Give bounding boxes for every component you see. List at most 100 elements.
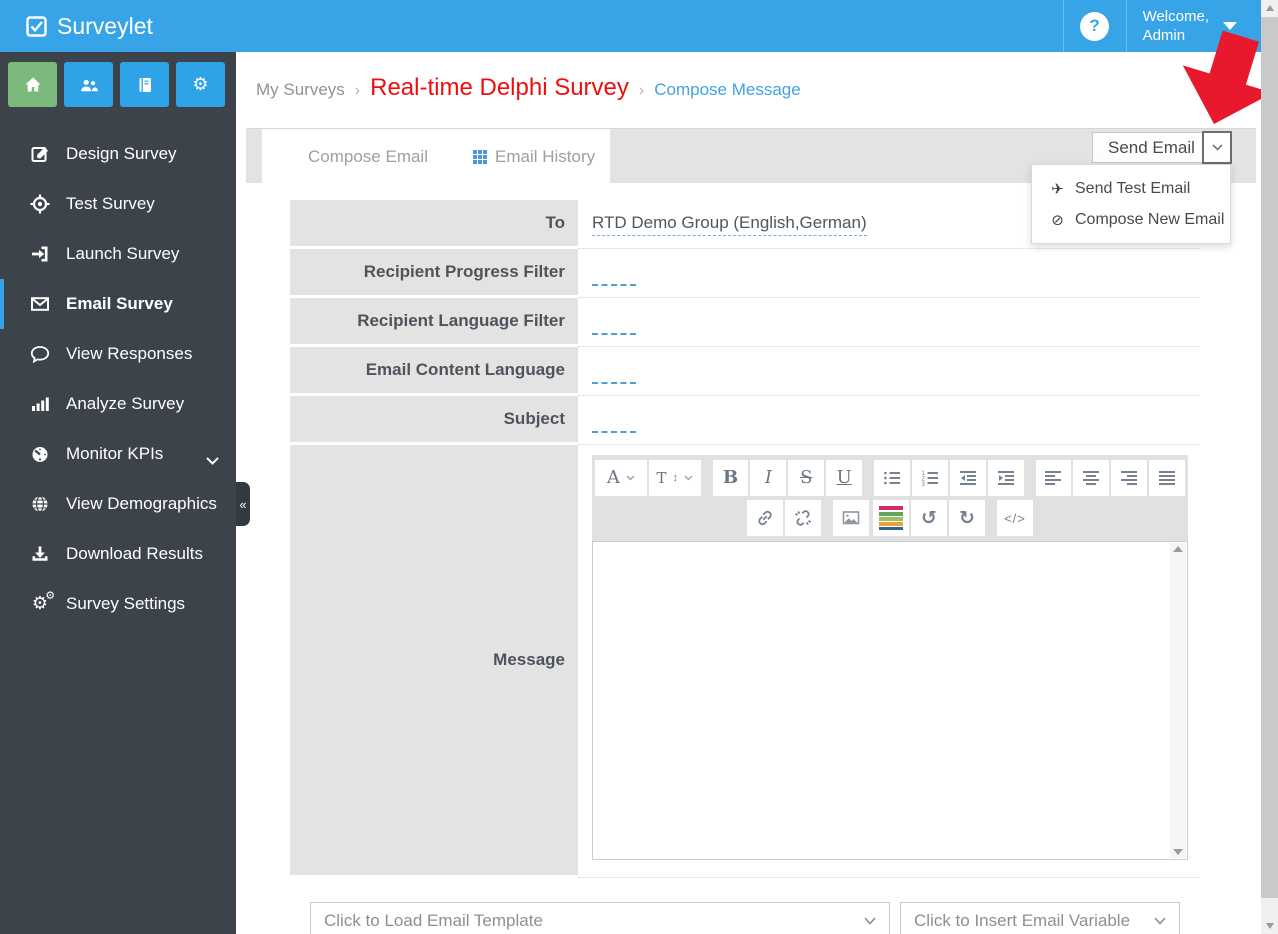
menu-item-compose-new-email[interactable]: ⊘ Compose New Email xyxy=(1032,204,1230,235)
page-scrollbar[interactable] xyxy=(1261,0,1278,934)
text-color-palette-button[interactable] xyxy=(873,500,909,536)
tab-compose-email[interactable]: Compose Email xyxy=(308,147,428,167)
breadcrumb-my-surveys[interactable]: My Surveys xyxy=(256,80,345,100)
form-row-subject: Subject xyxy=(290,396,1200,445)
unordered-list-button[interactable] xyxy=(874,460,910,496)
book-icon xyxy=(139,77,151,92)
unordered-list-icon xyxy=(884,471,900,485)
sidebar-item-view-demographics[interactable]: View Demographics xyxy=(0,479,236,529)
subject-value[interactable] xyxy=(592,431,636,433)
align-left-button[interactable] xyxy=(1035,460,1072,496)
toolbar-row-2: ↺ ↻ </> xyxy=(594,498,1186,538)
comment-icon xyxy=(27,344,53,364)
load-email-template-placeholder: Click to Load Email Template xyxy=(324,911,543,930)
scrollbar-down-button[interactable] xyxy=(1261,918,1278,934)
ordered-list-button[interactable]: 1 2 3 xyxy=(911,460,948,496)
toolbar-row-1: A T ↕ B I S U 1 2 3 xyxy=(594,458,1186,498)
chevron-down-icon xyxy=(206,450,219,470)
chevron-down-icon xyxy=(864,917,876,925)
book-button[interactable] xyxy=(120,62,169,107)
underline-button[interactable]: U xyxy=(826,460,863,496)
unlink-button[interactable] xyxy=(785,500,821,536)
insert-email-variable-select[interactable]: Click to Insert Email Variable xyxy=(900,902,1180,934)
subject-label: Subject xyxy=(290,396,578,445)
users-button[interactable] xyxy=(64,62,113,107)
gears-icon: ⚙ ⚙ xyxy=(31,589,56,614)
target-icon xyxy=(27,194,53,214)
to-value[interactable]: RTD Demo Group (English,German) xyxy=(592,213,867,236)
bold-button[interactable]: B xyxy=(712,460,749,496)
editor-scrollbar[interactable] xyxy=(1170,543,1186,858)
strikethrough-button[interactable]: S xyxy=(788,460,825,496)
message-editor-body[interactable] xyxy=(592,541,1188,860)
indent-button[interactable] xyxy=(987,460,1024,496)
scroll-up-icon xyxy=(1265,5,1274,11)
scrollbar-up-button[interactable] xyxy=(1261,0,1278,16)
redo-button[interactable]: ↻ xyxy=(949,500,985,536)
help-button[interactable]: ? xyxy=(1062,0,1127,52)
home-button[interactable] xyxy=(8,62,57,107)
link-button[interactable] xyxy=(747,500,783,536)
load-email-template-select[interactable]: Click to Load Email Template xyxy=(310,902,890,934)
send-email-dropdown-toggle[interactable] xyxy=(1202,131,1232,164)
sidebar-item-view-responses[interactable]: View Responses xyxy=(0,329,236,379)
sidebar-item-label: Monitor KPIs xyxy=(66,444,164,463)
chevron-down-icon xyxy=(626,475,635,481)
font-color-button[interactable]: A xyxy=(595,460,647,496)
breadcrumb: My Surveys › Real-time Delphi Survey › C… xyxy=(236,52,1261,102)
sidebar-item-design-survey[interactable]: Design Survey xyxy=(0,129,236,179)
email-content-language-value[interactable] xyxy=(592,382,636,384)
user-menu[interactable]: Welcome, Admin xyxy=(1127,0,1261,52)
sidebar-item-label: Survey Settings xyxy=(66,594,186,613)
welcome-text: Welcome, Admin xyxy=(1142,8,1209,44)
sidebar-item-monitor-kpis[interactable]: Monitor KPIs xyxy=(0,429,236,479)
sidebar-item-email-survey[interactable]: Email Survey xyxy=(0,279,236,329)
unlink-icon xyxy=(795,510,812,526)
insert-image-button[interactable] xyxy=(833,500,869,536)
align-justify-button[interactable] xyxy=(1149,460,1186,496)
recipient-progress-filter-cell xyxy=(578,249,1200,298)
quick-buttons: ⚙ xyxy=(0,52,236,117)
sidebar-item-launch-survey[interactable]: Launch Survey xyxy=(0,229,236,279)
image-icon xyxy=(842,511,860,525)
align-center-icon xyxy=(1083,471,1100,485)
gear-button[interactable]: ⚙ xyxy=(176,62,225,107)
outdent-button[interactable] xyxy=(949,460,986,496)
font-size-button[interactable]: T ↕ xyxy=(648,460,701,496)
sidebar-item-analyze-survey[interactable]: Analyze Survey xyxy=(0,379,236,429)
align-left-icon xyxy=(1045,471,1062,485)
sidebar-item-download-results[interactable]: Download Results xyxy=(0,529,236,579)
align-justify-icon xyxy=(1159,471,1176,485)
bar-chart-icon xyxy=(27,394,53,414)
tab-email-history[interactable]: Email History xyxy=(473,147,595,167)
align-right-button[interactable] xyxy=(1111,460,1148,496)
form-row-message: Message A T ↕ B I S U 1 2 3 ↺ ↻ </> xyxy=(290,445,1200,878)
brand[interactable]: Surveylet xyxy=(0,13,153,40)
sidebar-collapse-handle[interactable]: « xyxy=(236,482,250,526)
redo-icon: ↻ xyxy=(959,506,975,529)
scrollbar-thumb[interactable] xyxy=(1261,17,1278,898)
message-editor-cell: A T ↕ B I S U 1 2 3 ↺ ↻ </> xyxy=(578,445,1200,878)
collapse-icon: « xyxy=(239,496,247,512)
scroll-up-icon[interactable] xyxy=(1173,546,1183,552)
recipient-progress-filter-value[interactable] xyxy=(592,284,636,286)
undo-button[interactable]: ↺ xyxy=(911,500,947,536)
code-icon: </> xyxy=(1004,510,1026,526)
send-email-dropdown-menu: ✈ Send Test Email ⊘ Compose New Email xyxy=(1031,164,1231,244)
align-center-button[interactable] xyxy=(1073,460,1110,496)
code-view-button[interactable]: </> xyxy=(997,500,1033,536)
form-row-email-content-language: Email Content Language xyxy=(290,347,1200,396)
italic-button[interactable]: I xyxy=(750,460,787,496)
undo-icon: ↺ xyxy=(921,506,937,529)
users-icon xyxy=(80,79,98,91)
send-email-button[interactable]: Send Email xyxy=(1092,132,1211,163)
menu-item-send-test-email[interactable]: ✈ Send Test Email xyxy=(1032,173,1230,204)
check-square-icon xyxy=(26,15,47,37)
breadcrumb-survey-title[interactable]: Real-time Delphi Survey xyxy=(370,74,629,102)
sidebar-item-test-survey[interactable]: Test Survey xyxy=(0,179,236,229)
recipient-language-filter-value[interactable] xyxy=(592,333,636,335)
scroll-down-icon[interactable] xyxy=(1173,849,1183,855)
sidebar-item-survey-settings[interactable]: ⚙ ⚙ Survey Settings xyxy=(0,579,236,629)
globe-icon xyxy=(27,494,53,514)
envelope-icon xyxy=(27,294,53,314)
